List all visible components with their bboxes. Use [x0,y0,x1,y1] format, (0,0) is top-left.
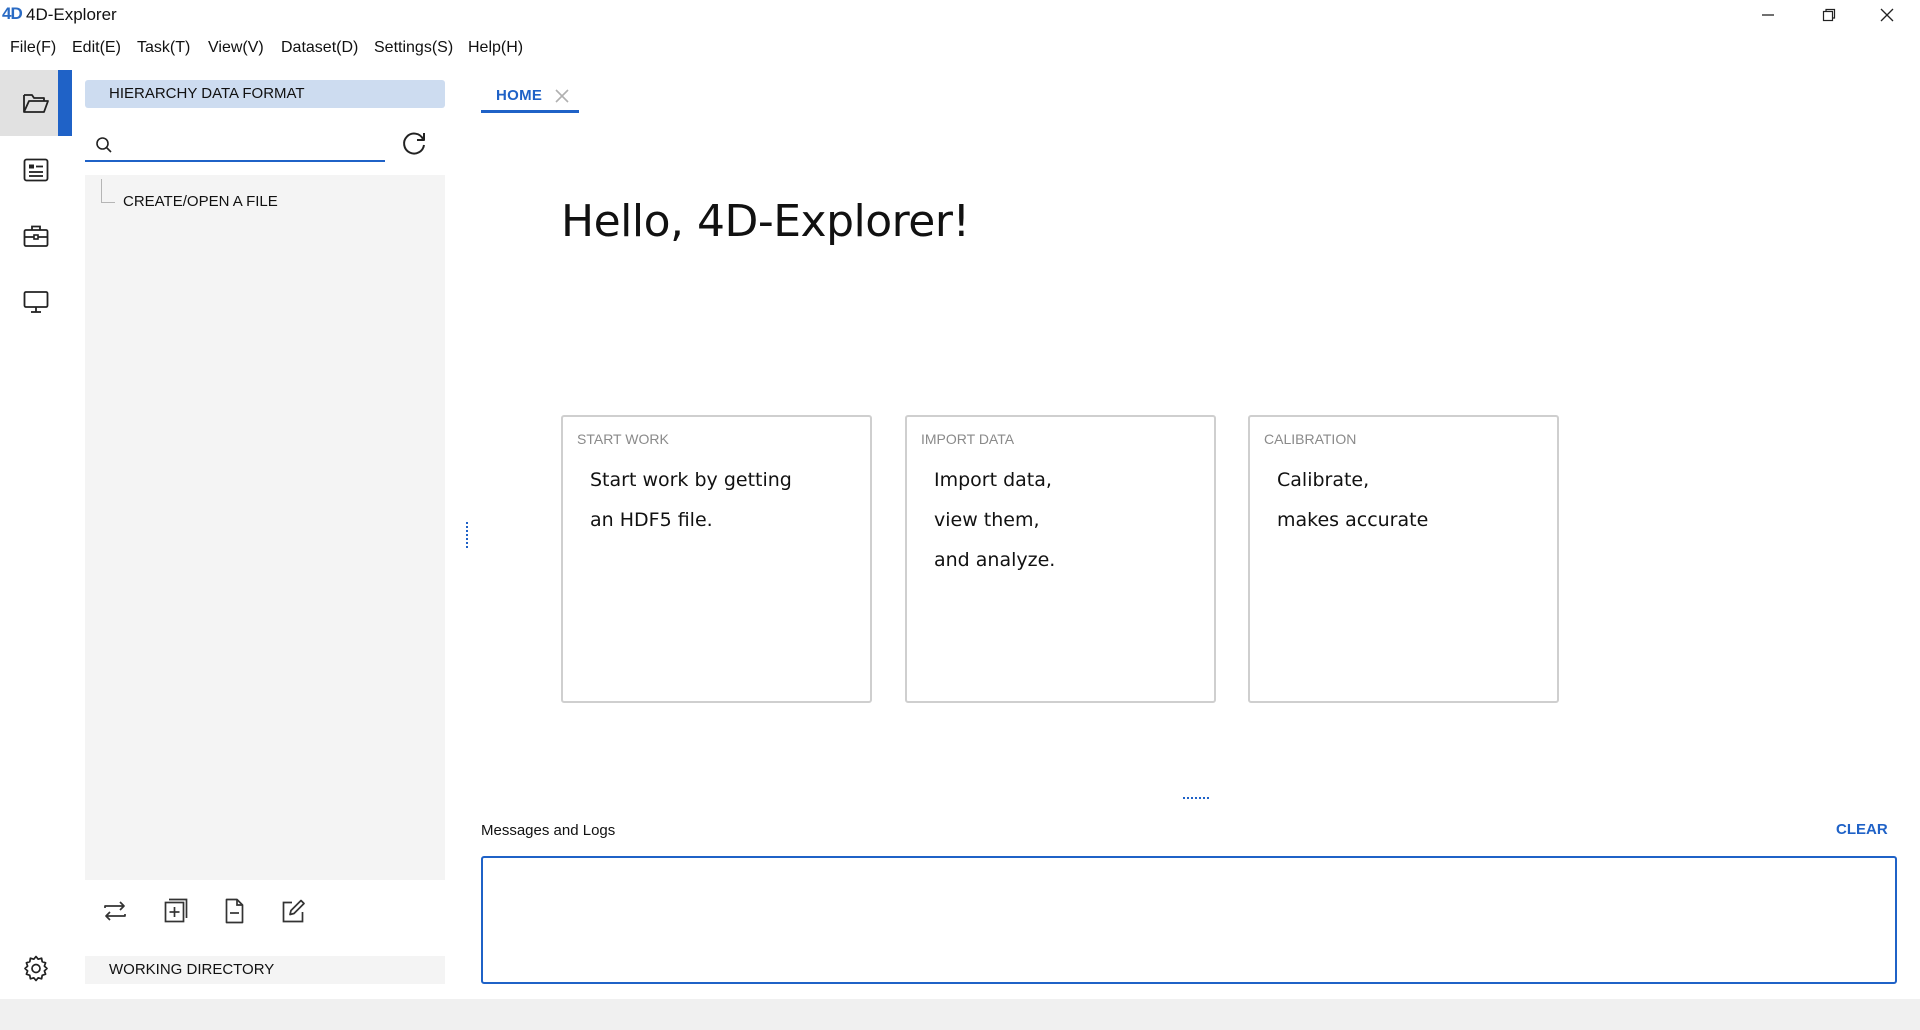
window-title: 4D-Explorer [26,5,117,24]
card-text-line: an HDF5 file. [590,509,713,531]
settings-button[interactable] [16,948,56,988]
menu-settings[interactable]: Settings(S) [374,39,453,57]
menu-help[interactable]: Help(H) [468,39,523,57]
menu-edit[interactable]: Edit(E) [72,39,121,57]
search-box [85,126,385,162]
card-text-line: Calibrate, [1277,469,1370,491]
start-work-card[interactable]: START WORK Start work by getting an HDF5… [561,415,872,703]
folder-open-icon [23,94,49,113]
card-text-line: view them, [934,509,1040,531]
card-text-line: Start work by getting [590,469,792,491]
edit-icon [282,899,305,923]
remove-file-button[interactable] [217,894,251,928]
tree-item-create-open-file[interactable]: CREATE/OPEN A FILE [123,193,278,210]
list-card-icon [23,158,49,182]
search-input[interactable] [121,132,381,156]
messages-log-box[interactable] [481,856,1897,984]
switch-button[interactable] [98,894,132,928]
remove-file-icon [225,898,244,924]
card-title: START WORK [577,431,669,447]
hierarchy-data-format-header[interactable]: HIERARCHY DATA FORMAT [85,80,445,108]
import-data-card[interactable]: IMPORT DATA Import data, view them, and … [905,415,1216,703]
horizontal-splitter-handle[interactable] [1183,797,1209,801]
card-text-line: and analyze. [934,549,1056,571]
minimize-button[interactable] [1739,0,1797,29]
activity-tasks-button[interactable] [0,203,72,269]
card-title: CALIBRATION [1264,431,1357,447]
vertical-splitter-handle[interactable] [466,522,470,548]
explorer-toolbar [85,892,445,932]
active-indicator [58,70,72,136]
restore-icon [1822,8,1836,21]
search-icon [96,137,112,153]
close-window-button[interactable] [1858,0,1916,29]
briefcase-icon [23,225,49,247]
home-greeting: Hello, 4D-Explorer! [561,196,970,247]
tree-branch-line [101,179,115,203]
menu-task[interactable]: Task(T) [137,39,190,57]
menu-dataset[interactable]: Dataset(D) [281,39,358,57]
messages-logs-label: Messages and Logs [481,822,616,839]
status-bar [0,999,1920,1030]
tab-home[interactable]: HOME [481,80,579,113]
monitor-icon [23,291,49,313]
add-file-button[interactable] [158,894,192,928]
menu-file[interactable]: File(F) [10,39,56,57]
title-bar: 4D 4D-Explorer [0,0,1920,29]
working-directory-header[interactable]: WORKING DIRECTORY [85,956,445,984]
card-title: IMPORT DATA [921,431,1015,447]
clear-button[interactable]: CLEAR [1836,821,1888,838]
refresh-icon [403,132,425,155]
edit-button[interactable] [276,894,310,928]
restore-button[interactable] [1800,0,1858,29]
activity-dataset-button[interactable] [0,137,72,203]
tab-home-label: HOME [496,87,543,104]
app-logo: 4D [2,4,23,23]
card-text-line: makes accurate [1277,509,1429,531]
card-text-line: Import data, [934,469,1052,491]
minimize-icon [1762,13,1774,16]
menu-view[interactable]: View(V) [208,39,264,57]
activity-display-button[interactable] [0,269,72,335]
calibration-card[interactable]: CALIBRATION Calibrate, makes accurate [1248,415,1559,703]
gear-icon [24,955,48,982]
refresh-button[interactable] [398,128,430,160]
tab-bar: HOME [481,80,1901,114]
add-file-icon [164,898,188,923]
close-tab-icon[interactable] [554,88,570,104]
menu-bar: File(F) Edit(E) Task(T) View(V) Dataset(… [0,35,1920,63]
switch-icon [104,901,126,921]
close-icon [1880,8,1894,21]
file-tree: CREATE/OPEN A FILE [85,175,445,880]
